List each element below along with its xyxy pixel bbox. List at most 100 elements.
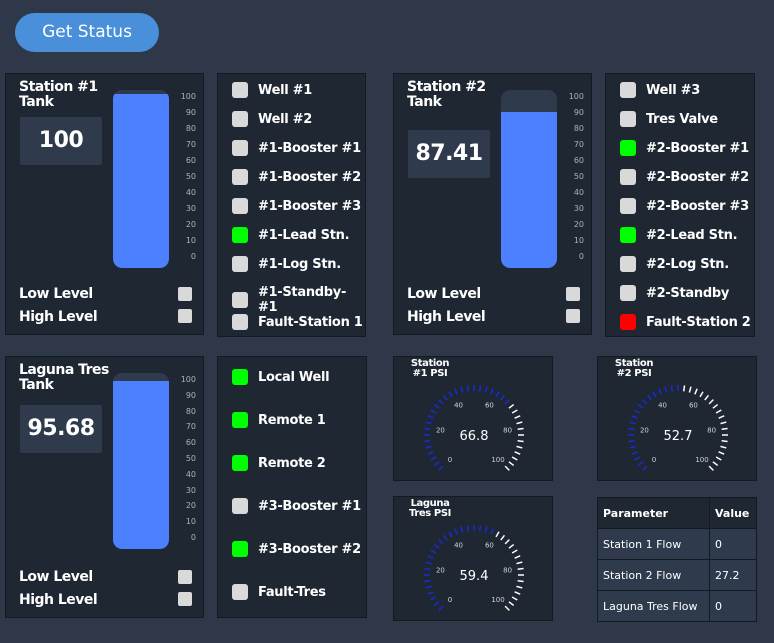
status-item[interactable]: #3-Booster #1 <box>232 498 361 514</box>
gauge-tick <box>511 456 518 461</box>
station2-high-level-checkbox[interactable] <box>566 309 580 323</box>
status-label: #1-Log Stn. <box>258 256 341 272</box>
status-item[interactable]: Well #1 <box>232 82 312 98</box>
status-indicator[interactable] <box>620 198 636 214</box>
status-indicator[interactable] <box>620 314 636 330</box>
status-indicator[interactable] <box>620 82 636 98</box>
status-item[interactable]: #1-Booster #1 <box>232 140 361 156</box>
status-item[interactable]: #1-Lead Stn. <box>232 227 350 243</box>
gauge-tick <box>438 605 444 611</box>
station1-low-level-checkbox[interactable] <box>178 287 192 301</box>
gauge-tick <box>718 415 725 419</box>
status-indicator[interactable] <box>232 227 248 243</box>
status-item[interactable]: Tres Valve <box>620 111 718 127</box>
status-item[interactable]: #2-Log Stn. <box>620 256 729 272</box>
status-indicator[interactable] <box>232 314 248 330</box>
status-item[interactable]: Well #3 <box>620 82 700 98</box>
status-item[interactable]: Local Well <box>232 369 330 385</box>
status-indicator[interactable] <box>232 111 248 127</box>
value-cell: 27.2 <box>709 559 757 591</box>
status-item[interactable]: #2-Booster #1 <box>620 140 749 156</box>
station2-high-level-label: High Level <box>407 309 486 325</box>
laguna-low-level-checkbox[interactable] <box>178 570 192 584</box>
status-indicator[interactable] <box>232 169 248 185</box>
psi-gauge-dial: 0 20 40 60 80 100 66.8 <box>424 385 524 471</box>
status-item[interactable]: Well #2 <box>232 111 312 127</box>
gauge-value: 66.8 <box>460 429 489 444</box>
status-item[interactable]: #3-Booster #2 <box>232 541 361 557</box>
status-item[interactable]: #2-Lead Stn. <box>620 227 738 243</box>
status-indicator[interactable] <box>232 369 248 385</box>
scale-tick-label: 90 <box>185 390 196 400</box>
status-item[interactable]: #2-Booster #2 <box>620 169 749 185</box>
gauge-tick <box>514 451 521 455</box>
scale-tick-label: 80 <box>185 406 196 416</box>
scale-tick-label: 100 <box>180 92 196 101</box>
gauge-tick <box>424 579 431 583</box>
status-item[interactable]: #1-Log Stn. <box>232 256 341 272</box>
scale-tick-label: 100 <box>568 92 584 101</box>
status-indicator[interactable] <box>232 455 248 471</box>
status-indicator[interactable] <box>232 198 248 214</box>
gauge-tick <box>460 386 464 393</box>
status-indicator[interactable] <box>232 498 248 514</box>
status-indicator[interactable] <box>620 285 636 301</box>
status-item[interactable]: Remote 2 <box>232 455 326 471</box>
status-item[interactable]: #1-Booster #3 <box>232 198 361 214</box>
status-indicator[interactable] <box>620 169 636 185</box>
gauge-scale-label: 40 <box>658 402 667 410</box>
gauge-tick <box>448 531 453 538</box>
status-item[interactable]: Fault-Tres <box>232 584 326 600</box>
status-indicator[interactable] <box>232 82 248 98</box>
status-indicator[interactable] <box>620 111 636 127</box>
scale-tick-label: 60 <box>185 438 196 448</box>
station1-high-level-checkbox[interactable] <box>178 309 192 323</box>
scale-tick-label: 40 <box>185 469 196 479</box>
gauge-scale-label: 60 <box>485 542 494 550</box>
status-item[interactable]: #1-Booster #2 <box>232 169 361 185</box>
status-item[interactable]: #2-Standby <box>620 285 729 301</box>
gauge-tick <box>478 525 482 532</box>
status-label: #1-Standby-#1 <box>257 285 347 315</box>
station2-low-level-checkbox[interactable] <box>566 287 580 301</box>
status-indicator[interactable] <box>232 140 248 156</box>
gauge-tick <box>699 391 704 398</box>
status-indicator[interactable] <box>232 412 248 428</box>
status-label: #3-Booster #1 <box>258 498 361 514</box>
gauge-tick <box>629 445 636 449</box>
gauge-value: 52.7 <box>664 429 693 444</box>
scale-tick-label: 70 <box>185 422 196 432</box>
status-indicator[interactable] <box>620 140 636 156</box>
status-label: #1-Lead Stn. <box>258 227 350 243</box>
gauge-tick <box>495 391 500 398</box>
gauge-tick <box>442 534 448 541</box>
gauge-tick <box>631 415 638 419</box>
status-item[interactable]: Remote 1 <box>232 412 326 428</box>
status-item[interactable]: #1-Standby-#1 <box>232 285 365 315</box>
gauge-scale-label: 100 <box>695 456 708 464</box>
status-indicator[interactable] <box>620 227 636 243</box>
status-item[interactable]: #2-Booster #3 <box>620 198 749 214</box>
gauge-tick <box>629 421 636 425</box>
station1-psi-gauge-panel: Station #1 PSI 0 20 40 60 80 100 66.8 <box>393 356 553 481</box>
laguna-high-level-checkbox[interactable] <box>178 592 192 606</box>
gauge-tick <box>466 385 470 392</box>
status-indicator[interactable] <box>232 292 248 308</box>
gauge-tick <box>664 386 668 393</box>
gauge-scale-label: 100 <box>491 596 504 604</box>
status-item[interactable]: Fault-Station 1 <box>232 314 363 330</box>
status-item[interactable]: Fault-Station 2 <box>620 314 751 330</box>
gauge-tick <box>433 403 440 409</box>
scale-tick-label: 80 <box>573 124 584 133</box>
status-indicator[interactable] <box>232 541 248 557</box>
status-indicator[interactable] <box>620 256 636 272</box>
scale-tick-label: 30 <box>185 204 196 213</box>
gauge-tick <box>448 391 453 398</box>
get-status-button[interactable]: Get Status <box>15 13 159 52</box>
status-indicator[interactable] <box>232 256 248 272</box>
gauge-tick <box>634 456 641 461</box>
status-indicator[interactable] <box>232 584 248 600</box>
gauge-tick <box>454 528 458 535</box>
value-column-header: Value <box>709 497 757 529</box>
station2-tank-gauge <box>501 90 557 268</box>
